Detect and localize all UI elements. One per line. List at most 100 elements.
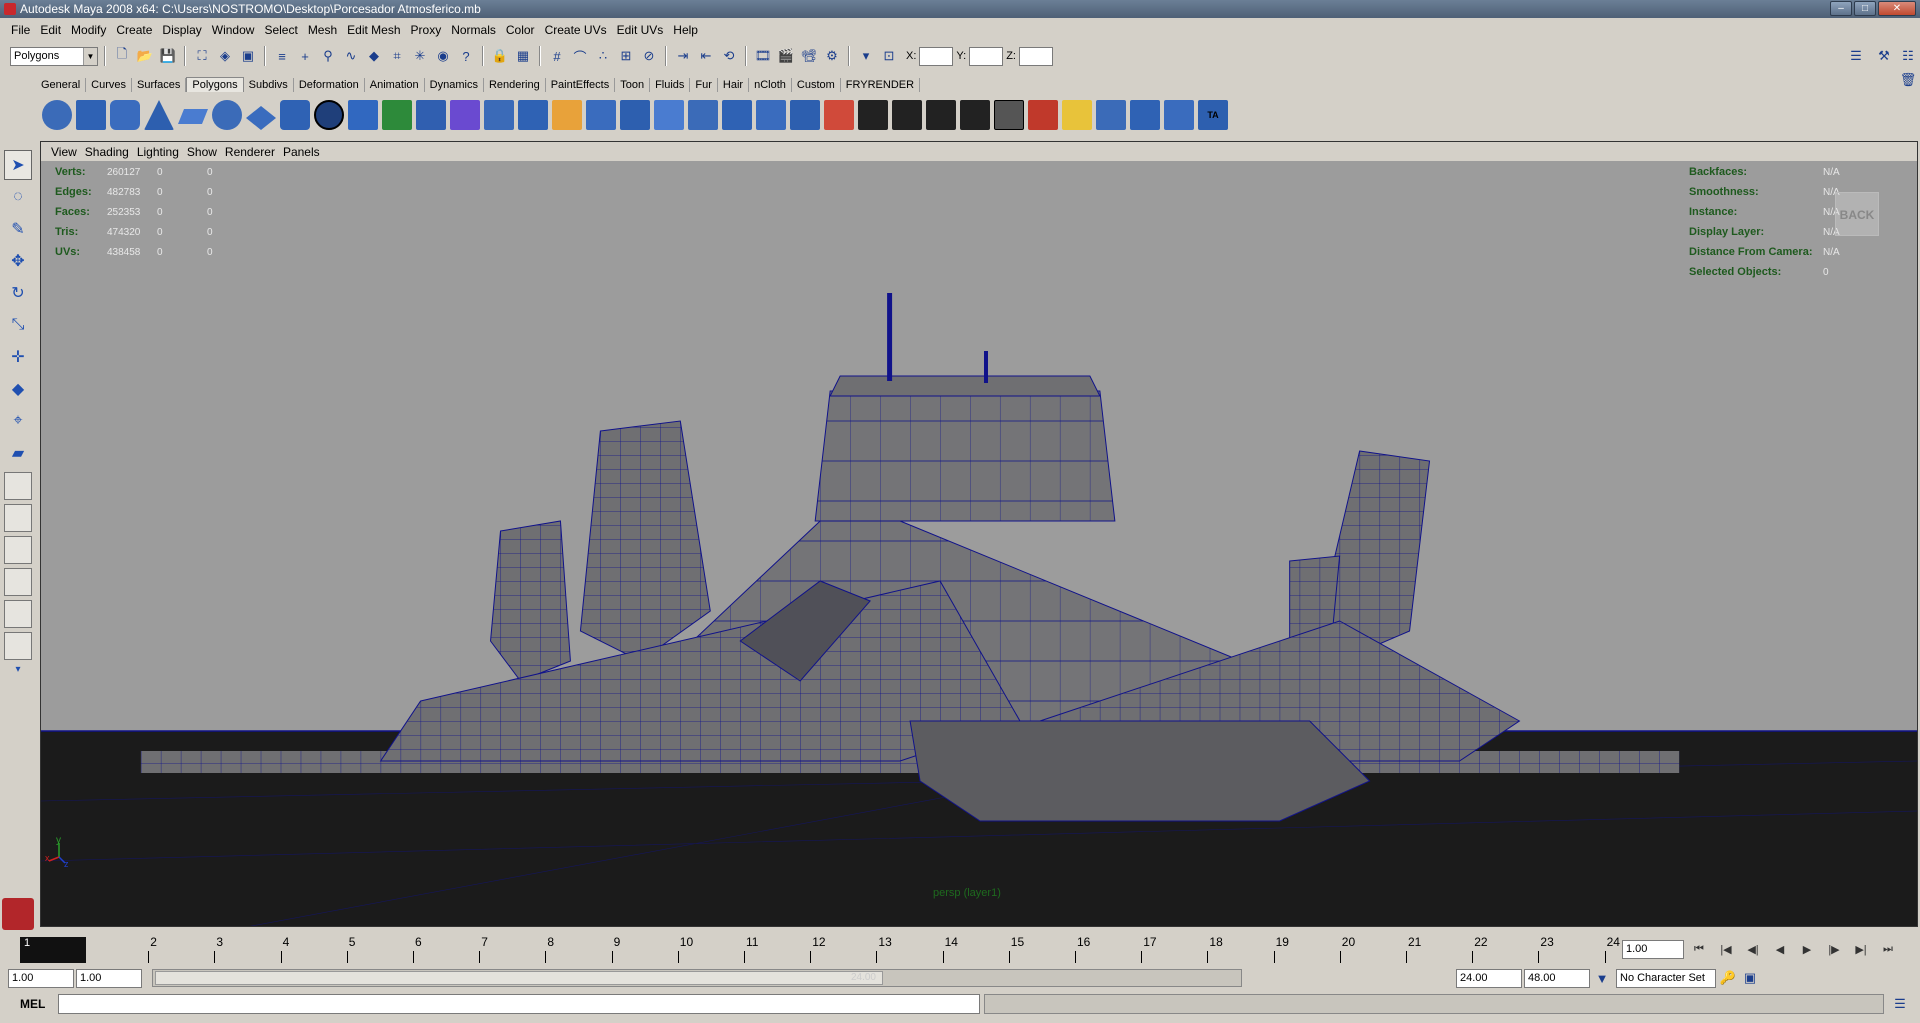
tab-dynamics[interactable]: Dynamics xyxy=(425,78,484,92)
close-button[interactable]: ✕ xyxy=(1878,1,1916,16)
menu-create-uvs[interactable]: Create UVs xyxy=(540,23,612,37)
reduce-icon[interactable] xyxy=(1130,100,1160,130)
menu-set-select[interactable]: Polygons ▼ xyxy=(10,46,98,66)
four-view-layout-icon[interactable] xyxy=(4,504,32,532)
animation-end-field[interactable] xyxy=(1524,968,1590,988)
select-surfaces-icon[interactable]: ◆ xyxy=(364,46,384,66)
persp-outliner-layout-icon[interactable] xyxy=(4,536,32,564)
new-scene-icon[interactable]: 🗋 xyxy=(112,46,132,66)
select-curves-icon[interactable]: ∿ xyxy=(341,46,361,66)
custom-shelf-button[interactable]: TA xyxy=(1198,100,1228,130)
paint-tool-icon[interactable] xyxy=(1028,100,1058,130)
menu-file[interactable]: File xyxy=(6,23,35,37)
go-to-start-icon[interactable]: ⏮ xyxy=(1687,939,1711,959)
render-current-frame-icon[interactable]: 🎬 xyxy=(776,46,796,66)
ipr-render-icon[interactable]: 📽 xyxy=(799,46,819,66)
wedge-icon[interactable] xyxy=(756,100,786,130)
select-dynamics-icon[interactable]: ✳ xyxy=(410,46,430,66)
merge-vertices-icon[interactable] xyxy=(722,100,752,130)
split-polygon-icon[interactable] xyxy=(586,100,616,130)
range-bar[interactable]: 24.00 xyxy=(155,971,883,985)
tab-fryrender[interactable]: FRYRENDER xyxy=(841,78,921,92)
layout-more-icon[interactable]: ▾ xyxy=(4,662,32,676)
tab-custom[interactable]: Custom xyxy=(792,78,841,92)
poly-cube-icon[interactable] xyxy=(76,100,106,130)
playback-start-field[interactable] xyxy=(76,968,142,988)
select-component-icon[interactable]: ▣ xyxy=(238,46,258,66)
poly-plane-icon[interactable] xyxy=(178,109,208,124)
select-tool-icon[interactable]: ➤ xyxy=(4,150,32,180)
tool-settings-icon[interactable]: ⚒ xyxy=(1874,46,1894,66)
mask-menu-icon[interactable]: ≡ xyxy=(272,46,292,66)
menu-create[interactable]: Create xyxy=(111,23,157,37)
single-perspective-layout-icon[interactable] xyxy=(4,472,32,500)
sculpt-geometry-icon[interactable] xyxy=(1062,100,1092,130)
poly-cone-icon[interactable] xyxy=(144,100,174,130)
current-frame-marker[interactable]: 1 xyxy=(20,937,86,963)
menu-normals[interactable]: Normals xyxy=(446,23,501,37)
tab-animation[interactable]: Animation xyxy=(365,78,425,92)
step-forward-frame-icon[interactable]: |▶ xyxy=(1822,939,1846,959)
tab-painteffects[interactable]: PaintEffects xyxy=(546,78,616,92)
tab-subdivs[interactable]: Subdivs xyxy=(244,78,294,92)
shelf-menu-button[interactable] xyxy=(8,101,34,137)
tab-curves[interactable]: Curves xyxy=(86,78,132,92)
x-field[interactable] xyxy=(919,46,954,66)
panel-menu-view[interactable]: View xyxy=(47,145,81,159)
snap-to-curve-icon[interactable]: ⌒ xyxy=(570,46,590,66)
y-field[interactable] xyxy=(969,46,1004,66)
construction-history-icon[interactable]: ⟲ xyxy=(719,46,739,66)
open-scene-icon[interactable]: 📂 xyxy=(135,46,155,66)
absolute-transform-icon[interactable]: ⊡ xyxy=(879,46,899,66)
snap-to-plane-icon[interactable]: ⊞ xyxy=(616,46,636,66)
last-used-tool-icon[interactable]: ▰ xyxy=(4,438,32,468)
select-misc-icon[interactable]: ? xyxy=(456,46,476,66)
render-settings-icon[interactable]: ⚙ xyxy=(822,46,842,66)
bridge-icon[interactable] xyxy=(518,100,548,130)
character-set-dropdown-icon[interactable]: ▼ xyxy=(1592,968,1612,988)
planar-mapping-icon[interactable] xyxy=(858,100,888,130)
playback-end-field[interactable] xyxy=(1456,968,1522,988)
menu-edit-uvs[interactable]: Edit UVs xyxy=(612,23,669,37)
smooth-icon[interactable] xyxy=(416,100,446,130)
insert-edge-loop-icon[interactable] xyxy=(620,100,650,130)
scale-tool-icon[interactable]: ⤡ xyxy=(4,310,32,340)
separate-icon[interactable] xyxy=(382,100,412,130)
tab-toon[interactable]: Toon xyxy=(615,78,651,92)
view-cube-back[interactable]: BACK xyxy=(1835,192,1879,236)
tab-polygons[interactable]: Polygons xyxy=(186,77,244,92)
time-slider[interactable]: 2 3 4 5 6 7 8 9 10 11 12 13 14 15 16 17 18 19 20 21 22 23 24 1 xyxy=(18,935,1620,965)
select-hierarchy-icon[interactable]: ⛶ xyxy=(192,46,212,66)
minimize-button[interactable]: – xyxy=(1830,1,1852,16)
tab-general[interactable]: General xyxy=(36,78,87,92)
key-icon[interactable]: 🔑 xyxy=(1718,968,1738,988)
tab-fur[interactable]: Fur xyxy=(690,78,718,92)
paint-select-tool-icon[interactable]: ✎ xyxy=(4,214,32,244)
menu-modify[interactable]: Modify xyxy=(66,23,111,37)
character-set-field[interactable]: No Character Set xyxy=(1616,968,1716,988)
tab-fluids[interactable]: Fluids xyxy=(650,78,691,92)
menu-display[interactable]: Display xyxy=(157,23,206,37)
append-polygon-icon[interactable] xyxy=(552,100,582,130)
snap-to-grid-icon[interactable]: # xyxy=(547,46,567,66)
output-connections-icon[interactable]: ⇤ xyxy=(696,46,716,66)
tab-hair[interactable]: Hair xyxy=(718,78,750,92)
poly-torus-icon[interactable] xyxy=(212,100,242,130)
panel-menu-shading[interactable]: Shading xyxy=(81,145,133,159)
current-time-field[interactable] xyxy=(1622,939,1684,959)
step-back-frame-icon[interactable]: ◀| xyxy=(1741,939,1765,959)
panel-menu-lighting[interactable]: Lighting xyxy=(133,145,183,159)
z-field[interactable] xyxy=(1018,46,1053,66)
poly-cylinder-icon[interactable] xyxy=(110,100,140,130)
bevel-icon[interactable] xyxy=(688,100,718,130)
move-tool-icon[interactable]: ✥ xyxy=(4,246,32,276)
panel-menu-show[interactable]: Show xyxy=(183,145,221,159)
select-rendering-icon[interactable]: ◉ xyxy=(433,46,453,66)
render-view-icon[interactable]: 🎞 xyxy=(753,46,773,66)
transfer-attributes-icon[interactable] xyxy=(1096,100,1126,130)
uv-texture-editor-icon[interactable] xyxy=(994,100,1024,130)
combine-icon[interactable] xyxy=(348,100,378,130)
offset-edge-loop-icon[interactable] xyxy=(654,100,684,130)
menu-mesh[interactable]: Mesh xyxy=(303,23,342,37)
transform-mode-icon[interactable]: ▾ xyxy=(856,46,876,66)
